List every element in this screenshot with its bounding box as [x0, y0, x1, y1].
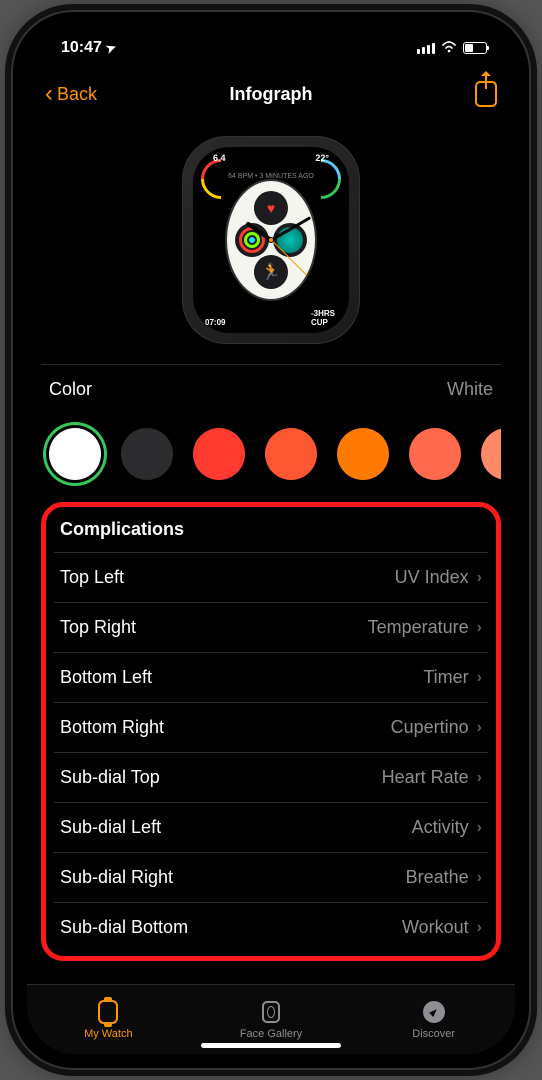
workout-icon: 🏃: [261, 262, 281, 282]
color-swatch-6[interactable]: [481, 428, 501, 480]
complication-value: Breathe: [406, 867, 469, 888]
corner-tl-value: 6.4: [213, 153, 226, 163]
dial-center: [268, 237, 274, 243]
complications-header: Complications: [54, 515, 488, 552]
color-swatch-strip[interactable]: [41, 414, 501, 502]
color-swatch-1[interactable]: [121, 428, 173, 480]
color-swatch-2[interactable]: [193, 428, 245, 480]
notch: [166, 12, 376, 42]
complication-row-sub-dial-right[interactable]: Sub-dial Right Breathe ›: [54, 852, 488, 902]
color-row: Color White: [41, 364, 501, 414]
complication-row-top-left[interactable]: Top Left UV Index ›: [54, 552, 488, 602]
chevron-right-icon: ›: [477, 869, 482, 887]
complications-section: Complications Top LeftUV Index›Top Right…: [41, 502, 501, 961]
watch-body: 6.4 22° 64 BPM • 3 MINUTES AGO ♥ 🏃 07:09: [182, 136, 360, 344]
complication-label: Sub-dial Left: [60, 817, 161, 838]
color-label: Color: [49, 379, 92, 400]
complication-label: Sub-dial Bottom: [60, 917, 188, 938]
chevron-left-icon: ‹: [45, 80, 53, 108]
complication-value: Workout: [402, 917, 469, 938]
complication-value: Activity: [412, 817, 469, 838]
chevron-right-icon: ›: [477, 669, 482, 687]
heart-icon: ♥: [267, 200, 275, 216]
corner-bl-value: 07:09: [205, 318, 225, 327]
gallery-icon: [258, 999, 284, 1025]
color-swatch-3[interactable]: [265, 428, 317, 480]
chevron-right-icon: ›: [477, 569, 482, 587]
complication-label: Top Left: [60, 567, 124, 588]
complication-value: Heart Rate: [382, 767, 469, 788]
complication-value: Cupertino: [391, 717, 469, 738]
signal-icon: [417, 43, 435, 54]
color-swatch-0[interactable]: [49, 428, 101, 480]
corner-br-value: -3HRS CUP: [311, 309, 335, 327]
complication-row-sub-dial-bottom[interactable]: Sub-dial Bottom Workout ›: [54, 902, 488, 952]
complication-row-sub-dial-top[interactable]: Sub-dial Top Heart Rate ›: [54, 752, 488, 802]
tab-discover[interactable]: Discover: [352, 985, 515, 1054]
complication-row-bottom-left[interactable]: Bottom Left Timer ›: [54, 652, 488, 702]
complication-row-bottom-right[interactable]: Bottom Right Cupertino ›: [54, 702, 488, 752]
page-title: Infograph: [230, 84, 313, 105]
subdial-bottom: 🏃: [254, 255, 288, 289]
subdial-top: ♥: [254, 191, 288, 225]
screen: 10:47 ➤ ‹ Back Infograph: [27, 26, 515, 1054]
corner-tr-value: 22°: [315, 153, 329, 163]
color-value: White: [447, 379, 493, 400]
back-button[interactable]: ‹ Back: [45, 80, 97, 108]
tab-label-gallery: Face Gallery: [240, 1028, 302, 1040]
tab-label-discover: Discover: [412, 1028, 455, 1040]
tab-my-watch[interactable]: My Watch: [27, 985, 190, 1054]
chevron-right-icon: ›: [477, 919, 482, 937]
complication-label: Sub-dial Top: [60, 767, 160, 788]
color-swatch-4[interactable]: [337, 428, 389, 480]
complication-label: Sub-dial Right: [60, 867, 173, 888]
status-time: 10:47: [61, 39, 102, 57]
complication-value: Timer: [423, 667, 468, 688]
status-time-group: 10:47 ➤: [55, 39, 116, 57]
complication-value: Temperature: [368, 617, 469, 638]
content: 6.4 22° 64 BPM • 3 MINUTES AGO ♥ 🏃 07:09: [27, 118, 515, 984]
share-button[interactable]: [475, 81, 497, 107]
complication-row-top-right[interactable]: Top Right Temperature ›: [54, 602, 488, 652]
wifi-icon: [441, 40, 457, 56]
complication-row-sub-dial-left[interactable]: Sub-dial Left Activity ›: [54, 802, 488, 852]
battery-icon: [463, 42, 487, 54]
back-label: Back: [57, 84, 97, 105]
complication-value: UV Index: [395, 567, 469, 588]
watch-face: 6.4 22° 64 BPM • 3 MINUTES AGO ♥ 🏃 07:09: [193, 147, 349, 333]
color-swatch-5[interactable]: [409, 428, 461, 480]
home-indicator[interactable]: [201, 1043, 341, 1048]
phone-frame: 10:47 ➤ ‹ Back Infograph: [11, 10, 531, 1070]
nav-bar: ‹ Back Infograph: [27, 70, 515, 118]
compass-icon: [421, 999, 447, 1025]
location-icon: ➤: [104, 40, 118, 57]
complication-label: Bottom Left: [60, 667, 152, 688]
complication-label: Top Right: [60, 617, 136, 638]
watch-face-preview[interactable]: 6.4 22° 64 BPM • 3 MINUTES AGO ♥ 🏃 07:09: [41, 118, 501, 364]
watch-icon: [95, 999, 121, 1025]
complication-label: Bottom Right: [60, 717, 164, 738]
chevron-right-icon: ›: [477, 769, 482, 787]
chevron-right-icon: ›: [477, 719, 482, 737]
chevron-right-icon: ›: [477, 819, 482, 837]
tab-label-my-watch: My Watch: [84, 1028, 133, 1040]
status-right: [417, 40, 487, 56]
chevron-right-icon: ›: [477, 619, 482, 637]
